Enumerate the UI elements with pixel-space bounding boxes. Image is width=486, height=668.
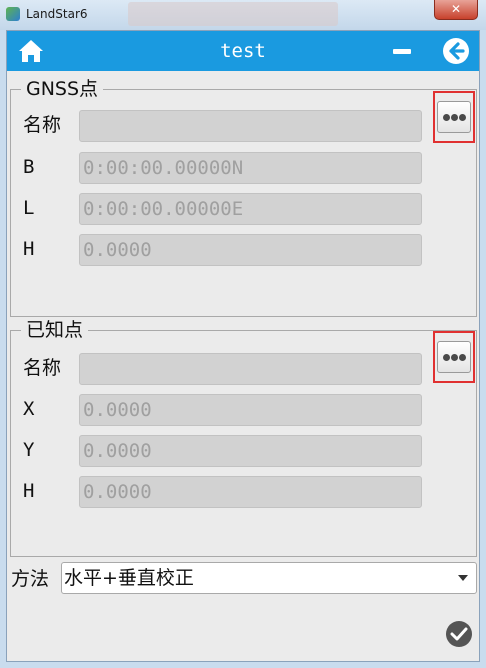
blurred-overlay	[128, 2, 338, 26]
app-frame: test GNSS点 名称 B 0:00:00.00000N L 0:00:00…	[6, 30, 480, 662]
more-dots-icon	[443, 114, 450, 121]
gnss-h-field[interactable]: 0.0000	[79, 234, 422, 266]
gnss-b-field[interactable]: 0:00:00.00000N	[79, 152, 422, 184]
gnss-l-label: L	[23, 197, 35, 219]
gnss-b-label: B	[23, 156, 35, 178]
gnss-l-field[interactable]: 0:00:00.00000E	[79, 193, 422, 225]
window-close-button[interactable]: ✕	[434, 0, 478, 20]
gnss-name-label: 名称	[23, 114, 62, 136]
gnss-name-field[interactable]	[79, 110, 422, 142]
confirm-button[interactable]	[445, 620, 473, 648]
method-select[interactable]: 水平+垂直校正	[61, 562, 477, 594]
more-dots-icon	[459, 114, 466, 121]
known-y-label: Y	[23, 439, 35, 461]
more-dots-icon	[451, 114, 458, 121]
known-pick-highlight	[433, 331, 475, 383]
chevron-down-icon	[458, 575, 468, 581]
window-titlebar: LandStar6 ✕	[0, 0, 486, 30]
known-name-field[interactable]	[79, 353, 422, 385]
more-dots-icon	[451, 354, 458, 361]
known-point-group: 已知点 名称 X 0.0000 Y 0.0000 H 0.0000	[10, 319, 477, 557]
arrow-left-circle-icon	[443, 38, 469, 64]
method-selected-value: 水平+垂直校正	[64, 567, 194, 589]
method-label: 方法	[11, 568, 50, 590]
gnss-pick-highlight	[433, 91, 475, 143]
gnss-h-label: H	[23, 238, 35, 260]
minus-icon[interactable]	[393, 49, 411, 54]
more-dots-icon	[459, 354, 466, 361]
gnss-group-title: GNSS点	[21, 78, 104, 100]
app-bar: test	[7, 31, 479, 71]
known-h-label: H	[23, 480, 35, 502]
known-name-label: 名称	[23, 357, 62, 379]
check-circle-icon	[446, 621, 472, 647]
home-icon	[19, 40, 43, 62]
known-x-label: X	[23, 398, 35, 420]
window-title: LandStar6	[26, 7, 88, 21]
known-x-field[interactable]: 0.0000	[79, 394, 422, 426]
app-logo-icon	[6, 7, 20, 21]
known-h-field[interactable]: 0.0000	[79, 476, 422, 508]
back-button[interactable]	[442, 37, 470, 65]
known-pick-button[interactable]	[437, 341, 471, 373]
gnss-point-group: GNSS点 名称 B 0:00:00.00000N L 0:00:00.0000…	[10, 78, 477, 317]
known-y-field[interactable]: 0.0000	[79, 435, 422, 467]
more-dots-icon	[443, 354, 450, 361]
gnss-pick-button[interactable]	[437, 101, 471, 133]
known-group-title: 已知点	[21, 319, 89, 341]
home-button[interactable]	[17, 38, 45, 64]
